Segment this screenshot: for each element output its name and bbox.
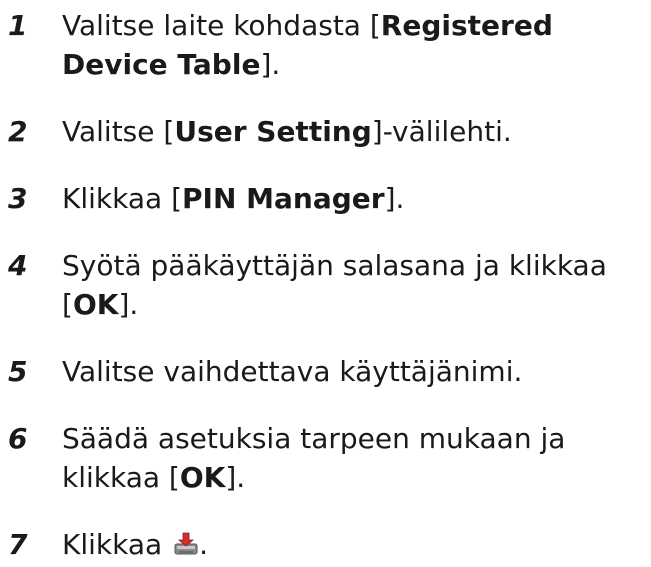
ui-label-ok: OK <box>179 461 226 494</box>
step-text: Valitse [User Setting]-välilehti. <box>62 115 512 148</box>
save-to-device-icon <box>173 528 199 555</box>
step-text: Klikkaa . <box>62 528 208 561</box>
step-6: 6 Säädä asetuksia tarpeen mukaan ja klik… <box>0 419 651 497</box>
step-text: Klikkaa [PIN Manager]. <box>62 182 405 215</box>
ui-label-user-setting: User Setting <box>174 115 372 148</box>
step-2: 2 Valitse [User Setting]-välilehti. <box>0 112 651 151</box>
step-number: 2 <box>8 115 28 148</box>
step-3: 3 Klikkaa [PIN Manager]. <box>0 179 651 218</box>
step-number: 6 <box>8 422 28 455</box>
ui-label-pin-manager: PIN Manager <box>182 182 385 215</box>
step-text: Valitse laite kohdasta [Registered Devic… <box>62 9 553 81</box>
ui-label-ok: OK <box>72 288 119 321</box>
step-5: 5 Valitse vaihdettava käyttäjänimi. <box>0 352 651 391</box>
step-text: Syötä pääkäyttäjän salasana ja klikkaa [… <box>62 249 607 321</box>
step-4: 4 Syötä pääkäyttäjän salasana ja klikkaa… <box>0 246 651 324</box>
instruction-steps: 1 Valitse laite kohdasta [Registered Dev… <box>0 6 651 564</box>
step-number: 3 <box>8 182 28 215</box>
step-number: 5 <box>8 355 28 388</box>
step-number: 1 <box>8 9 28 42</box>
step-text: Säädä asetuksia tarpeen mukaan ja klikka… <box>62 422 566 494</box>
step-7: 7 Klikkaa . <box>0 525 651 564</box>
step-text: Valitse vaihdettava käyttäjänimi. <box>62 355 523 388</box>
step-1: 1 Valitse laite kohdasta [Registered Dev… <box>0 6 651 84</box>
step-number: 7 <box>8 528 28 561</box>
step-number: 4 <box>8 249 28 282</box>
